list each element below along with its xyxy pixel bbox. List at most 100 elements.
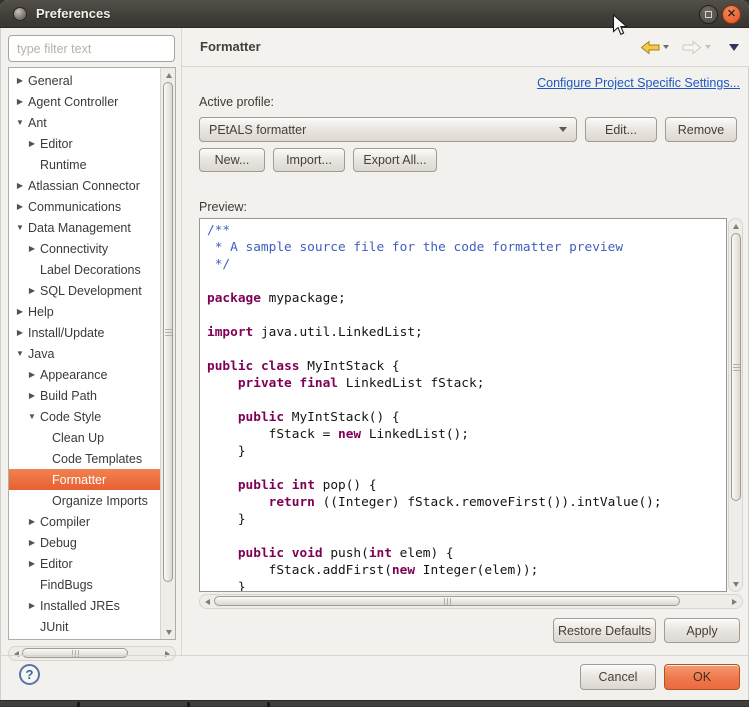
sidebar-item-editor[interactable]: ▶Editor [9,133,160,154]
chevron-collapsed-icon[interactable]: ▶ [13,97,27,106]
apply-button[interactable]: Apply [664,618,740,643]
tree-item-label: SQL Development [40,284,142,298]
tree-hscrollbar-thumb[interactable] [22,648,128,658]
chevron-collapsed-icon[interactable]: ▶ [25,370,39,379]
sidebar-item-appearance[interactable]: ▶Appearance [9,364,160,385]
cancel-button[interactable]: Cancel [580,664,656,690]
preview-box[interactable]: /** * A sample source file for the code … [199,218,727,592]
chevron-collapsed-icon[interactable]: ▶ [13,202,27,211]
tree-vertical-scrollbar[interactable] [160,68,175,639]
chevron-collapsed-icon[interactable]: ▶ [25,601,39,610]
preview-horizontal-scrollbar[interactable] [199,594,743,609]
page-header: Formatter [182,28,749,67]
tree-item-label: JUnit [40,620,68,634]
sidebar-item-atlassian-connector[interactable]: ▶Atlassian Connector [9,175,160,196]
scroll-down-arrow-icon[interactable] [728,578,743,590]
maximize-button[interactable] [699,5,718,24]
sidebar-item-editor[interactable]: ▶Editor [9,553,160,574]
chevron-collapsed-icon[interactable]: ▶ [25,538,39,547]
sidebar-item-code-templates[interactable]: Code Templates [9,448,160,469]
sidebar-item-findbugs[interactable]: FindBugs [9,574,160,595]
tree-item-label: Clean Up [52,431,104,445]
chevron-expanded-icon[interactable]: ▼ [25,412,39,421]
chevron-collapsed-icon[interactable]: ▶ [13,328,27,337]
desktop-background-strip [0,700,749,706]
titlebar[interactable]: Preferences ✕ [0,0,749,28]
filter-input[interactable] [9,42,182,56]
sidebar-item-installed-jres[interactable]: ▶Installed JREs [9,595,160,616]
sidebar-item-formatter[interactable]: Formatter [9,469,160,490]
scroll-down-arrow-icon[interactable] [161,626,176,638]
sidebar-item-agent-controller[interactable]: ▶Agent Controller [9,91,160,112]
chevron-collapsed-icon[interactable]: ▶ [25,139,39,148]
sidebar-item-label-decorations[interactable]: Label Decorations [9,259,160,280]
active-profile-select[interactable]: PEtALS formatter [199,117,577,142]
sidebar-item-junit[interactable]: JUnit [9,616,160,637]
filter-box: ⌫ [8,35,175,62]
sidebar-item-help[interactable]: ▶Help [9,301,160,322]
scroll-up-arrow-icon[interactable] [728,220,743,232]
sidebar-item-data-management[interactable]: ▼Data Management [9,217,160,238]
close-button[interactable]: ✕ [722,5,741,24]
chevron-collapsed-icon[interactable]: ▶ [13,307,27,316]
chevron-expanded-icon[interactable]: ▼ [13,118,27,127]
back-button[interactable] [640,40,669,55]
sidebar-item-clean-up[interactable]: Clean Up [9,427,160,448]
sidebar-item-runtime[interactable]: Runtime [9,154,160,175]
import-button[interactable]: Import... [273,148,345,172]
chevron-collapsed-icon[interactable]: ▶ [25,286,39,295]
chevron-collapsed-icon[interactable]: ▶ [25,244,39,253]
sidebar-item-java[interactable]: ▼Java [9,343,160,364]
code-line [207,307,726,324]
sidebar-item-debug[interactable]: ▶Debug [9,532,160,553]
sidebar-item-install-update[interactable]: ▶Install/Update [9,322,160,343]
scroll-right-arrow-icon[interactable] [161,646,174,661]
sidebar-item-organize-imports[interactable]: Organize Imports [9,490,160,511]
tree-item-label: Build Path [40,389,97,403]
edit-button[interactable]: Edit... [585,117,657,142]
configure-project-settings-link[interactable]: Configure Project Specific Settings... [537,76,740,90]
scroll-left-arrow-icon[interactable] [201,594,214,609]
preview-vertical-scrollbar[interactable] [728,218,743,592]
chevron-expanded-icon[interactable]: ▼ [13,349,27,358]
tree-item-label: Communications [28,200,121,214]
chevron-collapsed-icon[interactable]: ▶ [13,76,27,85]
chevron-collapsed-icon[interactable]: ▶ [25,559,39,568]
tree-item-label: Editor [40,557,73,571]
forward-history-dropdown-icon[interactable] [705,45,711,49]
preview-hscrollbar-thumb[interactable] [214,596,680,606]
tree-item-label: Installed JREs [40,599,120,613]
remove-button[interactable]: Remove [665,117,737,142]
ok-button[interactable]: OK [664,664,740,690]
tree-scrollbar-thumb[interactable] [163,82,173,582]
chevron-expanded-icon[interactable]: ▼ [13,223,27,232]
restore-defaults-button[interactable]: Restore Defaults [553,618,656,643]
sidebar-item-communications[interactable]: ▶Communications [9,196,160,217]
sidebar-item-general[interactable]: ▶General [9,70,160,91]
sidebar-item-compiler[interactable]: ▶Compiler [9,511,160,532]
tree-item-label: General [28,74,72,88]
export-all-button[interactable]: Export All... [353,148,437,172]
sidebar-item-connectivity[interactable]: ▶Connectivity [9,238,160,259]
chevron-collapsed-icon[interactable]: ▶ [13,181,27,190]
view-menu-icon[interactable] [729,44,739,51]
tree-item-label: Debug [40,536,77,550]
back-history-dropdown-icon[interactable] [663,45,669,49]
scroll-right-arrow-icon[interactable] [728,594,741,609]
tree-horizontal-scrollbar[interactable] [8,646,176,661]
sidebar-item-build-path[interactable]: ▶Build Path [9,385,160,406]
code-line: */ [207,256,726,273]
sidebar-item-ant[interactable]: ▼Ant [9,112,160,133]
new-button[interactable]: New... [199,148,265,172]
preview-vscrollbar-thumb[interactable] [731,233,741,501]
chevron-collapsed-icon[interactable]: ▶ [25,517,39,526]
forward-button[interactable] [682,40,711,55]
code-line: } [207,579,726,592]
sidebar-item-sql-development[interactable]: ▶SQL Development [9,280,160,301]
chevron-collapsed-icon[interactable]: ▶ [25,391,39,400]
help-button[interactable]: ? [19,664,40,685]
scroll-up-arrow-icon[interactable] [161,69,176,81]
code-line: public MyIntStack() { [207,409,726,426]
sidebar-item-code-style[interactable]: ▼Code Style [9,406,160,427]
active-profile-label: Active profile: [199,95,274,109]
